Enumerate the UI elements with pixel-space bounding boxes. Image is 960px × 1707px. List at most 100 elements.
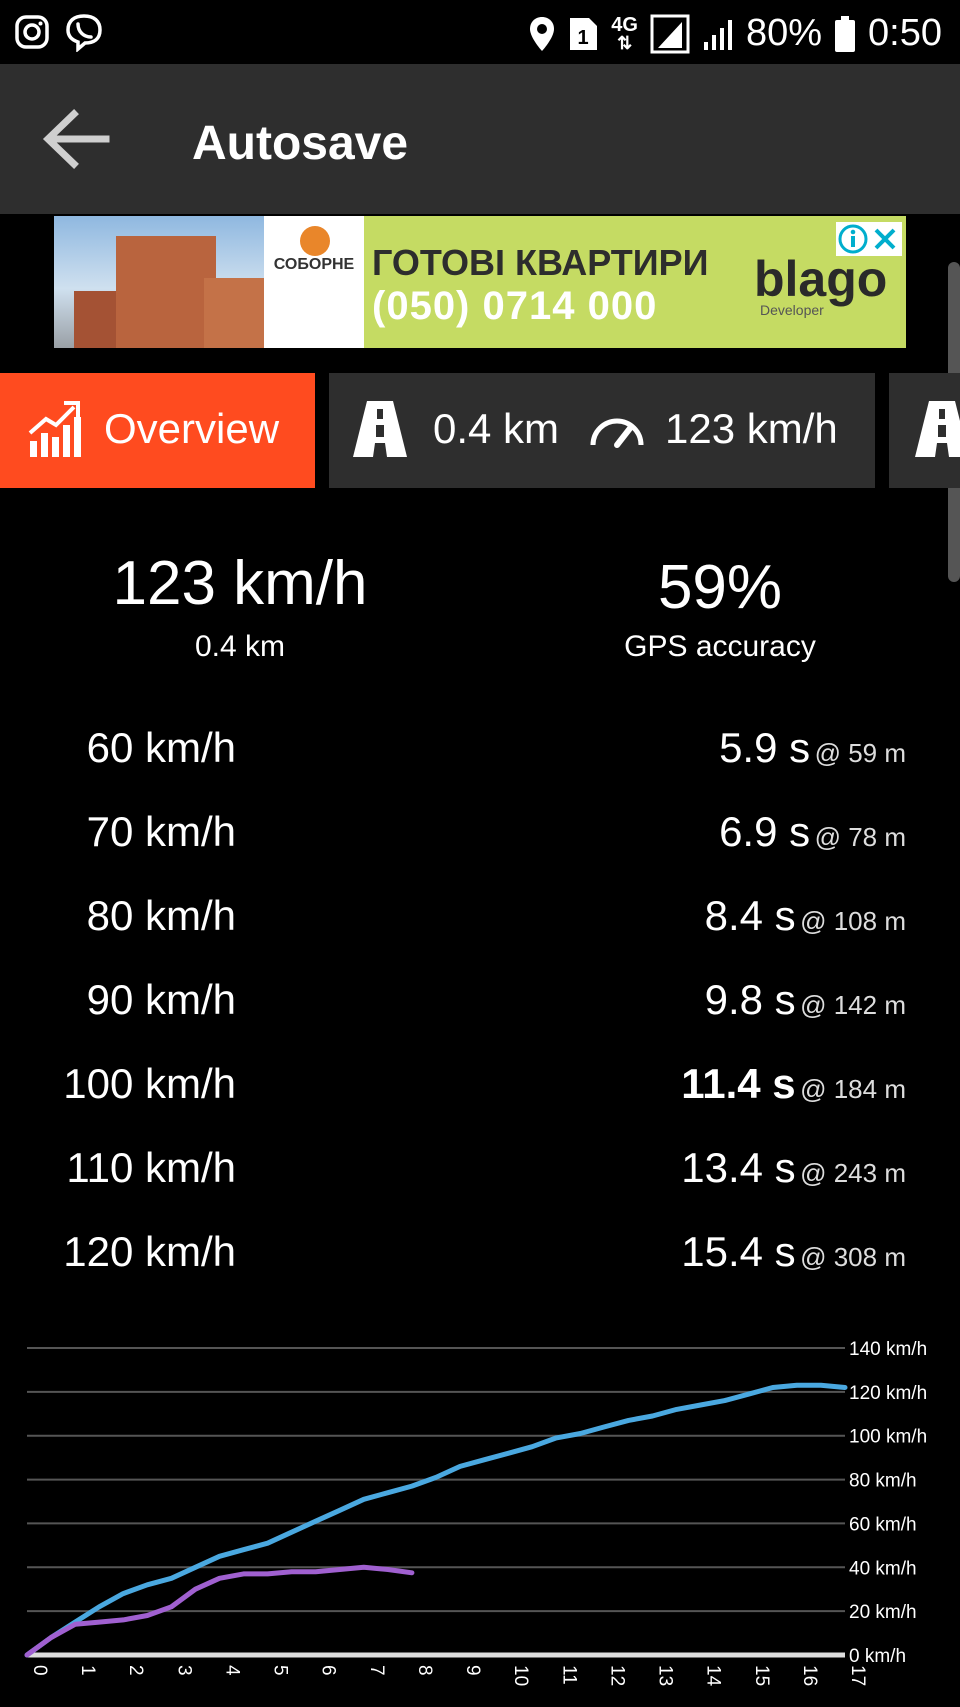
- signal-icon: [650, 14, 690, 54]
- road-icon: [915, 401, 960, 457]
- result-distance: @ 243 m: [800, 1158, 906, 1188]
- result-distance: @ 142 m: [800, 990, 906, 1020]
- network-4g-icon: 4G ⇅: [611, 13, 638, 53]
- result-target-speed: 120 km/h: [63, 1228, 236, 1275]
- result-target-speed: 70 km/h: [86, 808, 236, 855]
- chart-x-tick-label: 9: [462, 1665, 483, 1676]
- total-distance-value: 0.4 km: [194, 630, 286, 663]
- chart-x-tick-label: 15: [751, 1665, 772, 1686]
- instagram-icon: [14, 12, 50, 52]
- chart-up-icon: [28, 401, 81, 457]
- list-item: 110 km/h 13.4 s @ 243 m: [0, 1144, 960, 1228]
- chart-x-tick-label: 12: [606, 1665, 627, 1686]
- chart-x-tick-label: 5: [270, 1665, 291, 1676]
- arrow-back-icon: [42, 109, 110, 169]
- result-time: 13.4 s @ 243 m: [681, 1144, 906, 1192]
- chart-x-tick-label: 10: [510, 1665, 531, 1686]
- result-time-value: 15.4 s: [681, 1228, 796, 1275]
- sim-icon: 1: [567, 16, 599, 52]
- list-item: 70 km/h 6.9 s @ 78 m: [0, 808, 960, 892]
- result-time-value: 9.8 s: [704, 976, 796, 1023]
- chart-y-tick-label: 140 km/h: [849, 1339, 927, 1360]
- result-time: 11.4 s @ 184 m: [681, 1060, 906, 1108]
- back-button[interactable]: [36, 102, 116, 176]
- location-icon: [529, 16, 555, 52]
- battery-percent: 80%: [745, 12, 823, 54]
- result-time-value: 8.4 s: [704, 892, 796, 939]
- top-speed-value: 123 km/h: [112, 549, 368, 618]
- tab-overview[interactable]: Overview: [0, 373, 315, 488]
- clock: 0:50: [868, 12, 942, 54]
- result-target-speed: 110 km/h: [66, 1144, 236, 1191]
- list-item: 100 km/h 11.4 s @ 184 m: [0, 1060, 960, 1144]
- speed-chart[interactable]: 0 km/h 20 km/h 40 km/h 60 km/h 80 km/h 100 km…: [0, 1325, 960, 1707]
- road-icon: [353, 401, 407, 457]
- chart-x-tick-label: 2: [125, 1665, 146, 1676]
- chart-y-tick-label: 120 km/h: [849, 1383, 927, 1404]
- chart-y-tick-label: 80 km/h: [849, 1471, 917, 1492]
- battery-icon: [834, 15, 856, 53]
- chart-x-tick-label: 13: [655, 1665, 676, 1686]
- chart-x-tick-label: 8: [414, 1665, 435, 1676]
- run-distance: 0.4 km: [433, 405, 560, 452]
- speedometer-icon: [590, 418, 644, 448]
- chart-x-tick-label: 7: [366, 1665, 387, 1676]
- ad-logo-icon: [300, 226, 330, 256]
- ad-banner[interactable]: СОБОРНЕ ГОТОВІ КВАРТИРИ (050) 0714 000 b…: [54, 216, 906, 348]
- result-target-speed: 60 km/h: [86, 724, 236, 771]
- sim-slot-label: 1: [578, 27, 589, 49]
- list-item: 90 km/h 9.8 s @ 142 m: [0, 976, 960, 1060]
- ad-logo-text: blago: [754, 251, 888, 307]
- result-time: 8.4 s @ 108 m: [705, 892, 906, 940]
- result-time-value: 13.4 s: [681, 1144, 796, 1191]
- tab-overview-label: Overview: [104, 405, 280, 452]
- result-time: 6.9 s @ 78 m: [719, 808, 906, 856]
- list-item: 60 km/h 5.9 s @ 59 m: [0, 724, 960, 808]
- ad-logo-sub: Developer: [760, 302, 824, 318]
- chart-x-tick-label: 6: [318, 1665, 339, 1676]
- result-target-speed: 100 km/h: [63, 1060, 236, 1107]
- app-bar: Autosave: [0, 64, 960, 214]
- chart-y-tick-label: 60 km/h: [849, 1514, 917, 1535]
- ad-brand: СОБОРНЕ: [273, 256, 355, 273]
- chart-x-tick-label: 17: [847, 1665, 868, 1686]
- result-target-speed: 80 km/h: [86, 892, 236, 939]
- chart-x-tick-label: 16: [799, 1665, 820, 1686]
- result-distance: @ 308 m: [800, 1242, 906, 1272]
- chart-x-tick-label: 3: [173, 1665, 194, 1676]
- result-time-value: 6.9 s: [719, 808, 811, 855]
- result-distance: @ 108 m: [800, 906, 906, 936]
- ad-headline: ГОТОВІ КВАРТИРИ: [372, 242, 709, 283]
- ad-phone: (050) 0714 000: [372, 284, 658, 328]
- chart-x-tick-label: 11: [558, 1665, 579, 1685]
- result-distance: @ 184 m: [800, 1074, 906, 1104]
- chart-y-tick-label: 20 km/h: [849, 1602, 917, 1623]
- chart-y-tick-label: 0 km/h: [849, 1646, 906, 1667]
- page-title: Autosave: [192, 117, 409, 170]
- tab-run[interactable]: 0.4 km 123 km/h: [329, 373, 875, 488]
- chart-x-tick-label: 4: [221, 1665, 242, 1676]
- ad-close-icon[interactable]: [868, 222, 902, 256]
- chart-x-tick-label: 1: [77, 1665, 98, 1676]
- run-top-speed: 123 km/h: [665, 405, 838, 452]
- ad-info-icon[interactable]: [836, 222, 870, 256]
- result-time-value: 5.9 s: [719, 724, 811, 771]
- result-time-value: 11.4 s: [681, 1060, 796, 1107]
- signal-icon: [702, 16, 734, 52]
- gps-accuracy-value: 59%: [657, 553, 783, 622]
- chart-y-tick-label: 100 km/h: [849, 1427, 927, 1448]
- result-time: 5.9 s @ 59 m: [719, 724, 906, 772]
- ad-photo: [54, 216, 264, 348]
- result-target-speed: 90 km/h: [86, 976, 236, 1023]
- chart-x-tick-label: 0: [29, 1665, 50, 1676]
- result-distance: @ 78 m: [814, 822, 906, 852]
- result-distance: @ 59 m: [814, 738, 906, 768]
- gps-accuracy-label: GPS accuracy: [624, 630, 816, 663]
- chart-x-tick-label: 14: [703, 1665, 724, 1687]
- network-type: 4G: [611, 13, 638, 36]
- result-time: 9.8 s @ 142 m: [705, 976, 906, 1024]
- list-item: 80 km/h 8.4 s @ 108 m: [0, 892, 960, 976]
- chart-y-tick-label: 40 km/h: [849, 1558, 917, 1579]
- tab-next-run[interactable]: [889, 373, 960, 488]
- viber-icon: [64, 12, 104, 52]
